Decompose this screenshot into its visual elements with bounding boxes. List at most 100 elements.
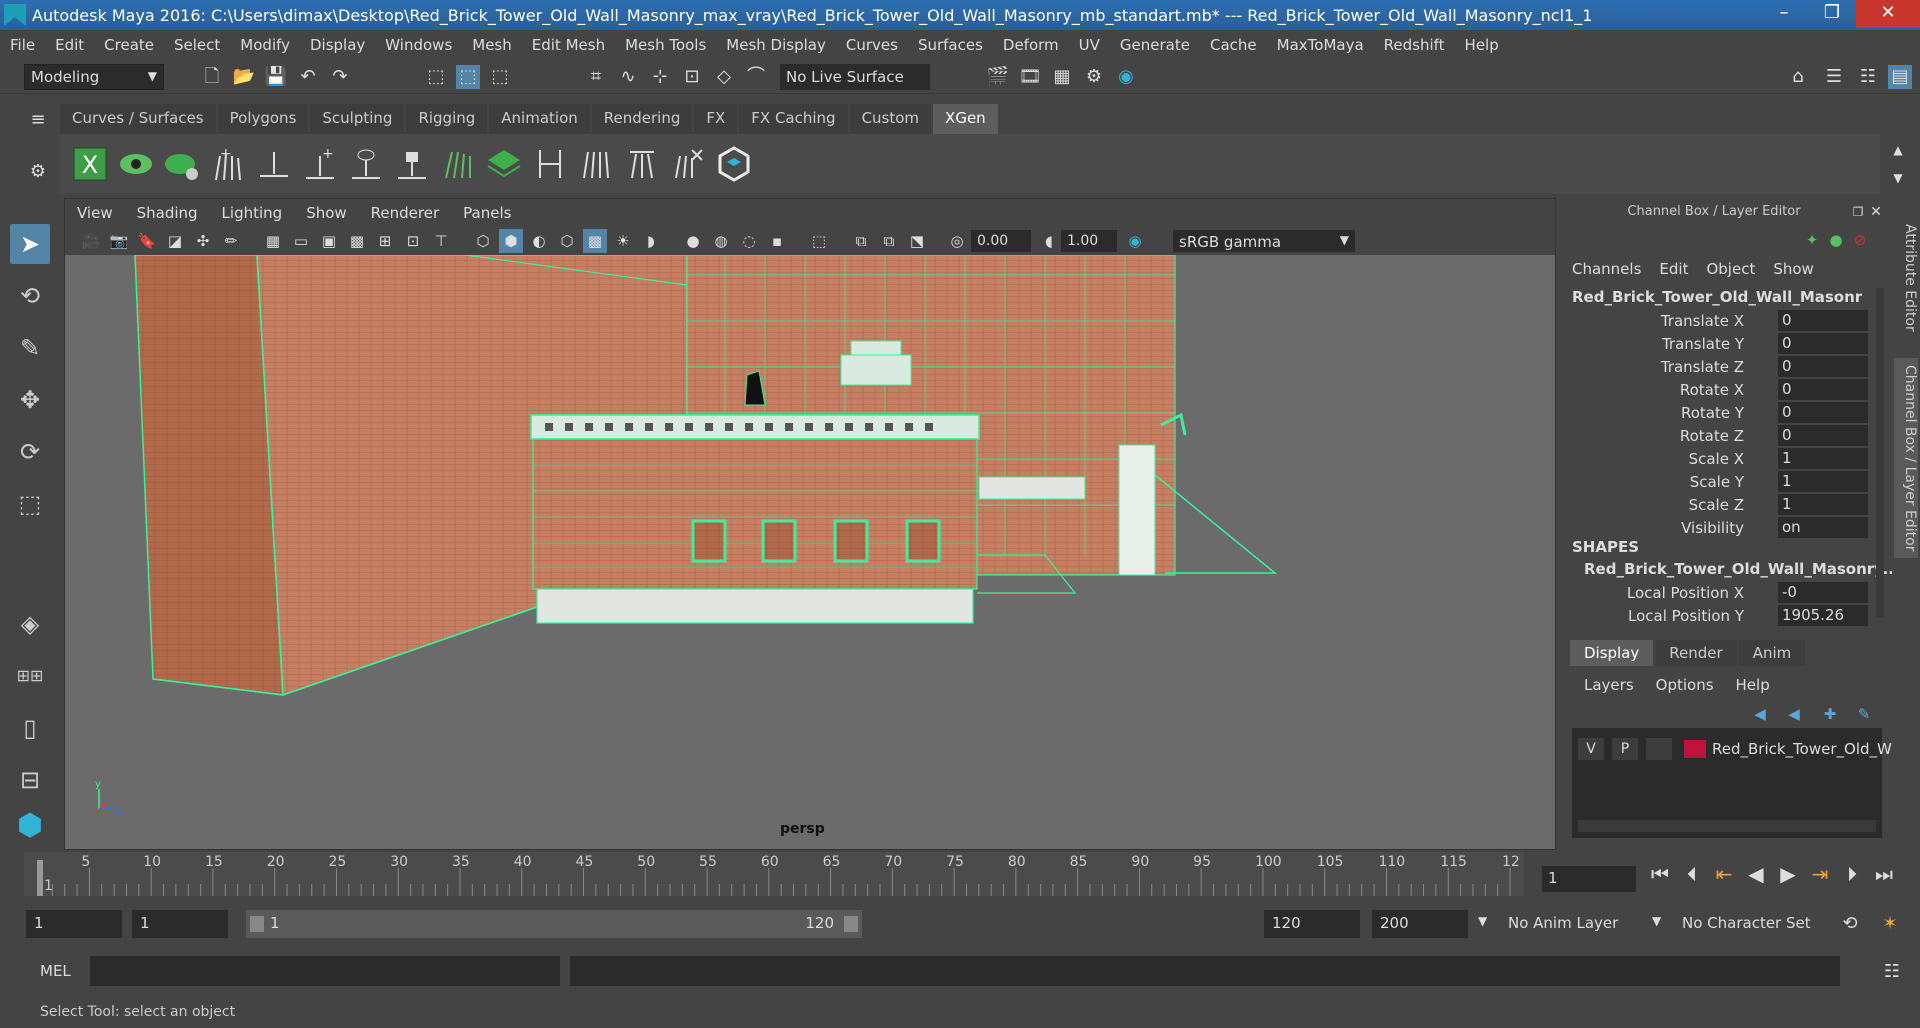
menu-uv[interactable]: UV <box>1069 36 1110 54</box>
animation-end-field[interactable]: 200 <box>1372 910 1468 938</box>
pan-zoom-icon[interactable]: ✣ <box>191 229 215 253</box>
safe-action-icon[interactable]: ⊡ <box>401 229 425 253</box>
go-to-start-icon[interactable]: ⏮ <box>1644 862 1676 886</box>
layer-name[interactable]: Red_Brick_Tower_Old_W <box>1712 740 1892 758</box>
channel-box-icon[interactable]: ▤ <box>1888 65 1912 89</box>
menu-curves[interactable]: Curves <box>836 36 908 54</box>
close-button[interactable]: ✕ <box>1856 0 1920 28</box>
scale-tool-icon[interactable]: ⬚ <box>10 484 50 524</box>
move-layer-up-icon[interactable]: ◀ <box>1748 702 1772 726</box>
shelf-tab-rigging[interactable]: Rigging <box>406 104 488 134</box>
exposure-icon[interactable]: ◎ <box>945 229 969 253</box>
time-ruler[interactable]: 15 10 15 20 25 30 35 40 45 50 55 60 65 70 75 80 85 90 95 10… <box>24 852 1524 896</box>
current-time-indicator[interactable] <box>37 860 43 896</box>
selected-object-name[interactable]: Red_Brick_Tower_Old_Wall_Masonry_... <box>1572 288 1862 306</box>
groom-comb-icon[interactable] <box>440 146 476 182</box>
attr-scale-x[interactable]: Scale X1 <box>1564 448 1870 470</box>
groom-length-icon[interactable] <box>578 146 614 182</box>
viewport-menu-lighting[interactable]: Lighting <box>210 204 295 222</box>
save-scene-icon[interactable]: 💾 <box>264 65 288 89</box>
wireframe-icon[interactable]: ⬡ <box>471 229 495 253</box>
layer-horizontal-scrollbar[interactable] <box>1578 820 1876 832</box>
xray-components-icon[interactable]: ⬔ <box>905 229 929 253</box>
groom-add-icon[interactable]: + <box>302 146 338 182</box>
shelf-tab-sculpting[interactable]: Sculpting <box>310 104 405 134</box>
outliner-layout-icon[interactable]: ▯ <box>10 708 50 748</box>
attr-scale-y[interactable]: Scale Y1 <box>1564 471 1870 493</box>
shelf-scroll-down-icon[interactable]: ▼ <box>1886 166 1910 190</box>
new-scene-icon[interactable]: 🗋 <box>200 65 224 89</box>
attr-rotate-x[interactable]: Rotate X0 <box>1564 379 1870 401</box>
menu-display[interactable]: Display <box>300 36 375 54</box>
range-slider[interactable]: 1 120 <box>246 910 862 938</box>
menu-help[interactable]: Help <box>1455 36 1509 54</box>
select-component-icon[interactable]: ⬚ <box>488 65 512 89</box>
menu-create[interactable]: Create <box>94 36 164 54</box>
key-icon[interactable]: ● <box>1824 228 1848 252</box>
modeling-toolkit-icon[interactable]: ⌂ <box>1786 65 1810 89</box>
attribute-editor-tab[interactable]: Attribute Editor <box>1894 208 1918 348</box>
groom-lock-icon[interactable] <box>394 146 430 182</box>
command-input[interactable] <box>90 956 560 986</box>
tool-settings-icon[interactable]: ☷ <box>1856 65 1880 89</box>
axis-icon[interactable]: ✦ <box>1800 228 1824 252</box>
range-end-handle[interactable] <box>844 916 858 932</box>
channel-menu-edit[interactable]: Edit <box>1659 260 1688 278</box>
xgen-clear-preview-icon[interactable] <box>164 146 200 182</box>
render-settings-icon[interactable]: ⚙ <box>1082 65 1106 89</box>
shelf-tab-animation[interactable]: Animation <box>489 104 590 134</box>
menu-mesh-display[interactable]: Mesh Display <box>716 36 836 54</box>
groom-layers-icon[interactable] <box>486 146 522 182</box>
image-plane-icon[interactable]: ◪ <box>163 229 187 253</box>
xgen-editor-icon[interactable]: X <box>72 146 108 182</box>
new-layer-selected-icon[interactable]: ✎ <box>1852 702 1876 726</box>
ambient-occlusion-icon[interactable]: ● <box>681 229 705 253</box>
maya-home-icon[interactable]: ⬢ <box>10 806 50 846</box>
use-all-lights-icon[interactable]: ☀ <box>611 229 635 253</box>
minimize-button[interactable]: – <box>1760 0 1808 28</box>
script-editor-icon[interactable]: ☷ <box>1880 960 1904 984</box>
menu-set-dropdown[interactable]: Modeling ▼ <box>24 64 164 90</box>
shelf-tab-curves-surfaces[interactable]: Curves / Surfaces <box>60 104 216 134</box>
menu-select[interactable]: Select <box>164 36 230 54</box>
play-forward-icon[interactable]: ▶ <box>1772 862 1804 886</box>
step-back-key-icon[interactable]: ⇤ <box>1708 862 1740 886</box>
attr-scale-z[interactable]: Scale Z1 <box>1564 494 1870 516</box>
open-scene-icon[interactable]: 📂 <box>232 65 256 89</box>
maximize-button[interactable]: ❐ <box>1808 0 1856 28</box>
menu-cache[interactable]: Cache <box>1200 36 1267 54</box>
time-slider[interactable]: 1 5 10 15 20 25 30 35 40 45 50 55 60 65 70 75 80 85 90 95 10… <box>24 852 1524 896</box>
playback-end-field[interactable]: 120 <box>1264 910 1360 938</box>
attr-rotate-y[interactable]: Rotate Y0 <box>1564 402 1870 424</box>
xray-icon[interactable]: ⧉ <box>849 229 873 253</box>
new-layer-icon[interactable]: ✚ <box>1818 702 1842 726</box>
menu-file[interactable]: File <box>0 36 45 54</box>
shelf-tab-fx[interactable]: FX <box>694 104 738 134</box>
menu-redshift[interactable]: Redshift <box>1374 36 1455 54</box>
redo-icon[interactable]: ↷ <box>328 65 352 89</box>
xgen-library-icon[interactable] <box>716 146 752 182</box>
layer-visibility-toggle[interactable]: V <box>1578 738 1604 760</box>
snap-live-icon[interactable]: ⌒ <box>744 65 768 89</box>
tab-anim[interactable]: Anim <box>1738 640 1806 666</box>
channel-menu-show[interactable]: Show <box>1773 260 1813 278</box>
view-transform-dropdown[interactable]: sRGB gamma ▼ <box>1173 230 1355 252</box>
shelf-settings-icon[interactable]: ⚙ <box>26 160 50 184</box>
shape-node-name[interactable]: Red_Brick_Tower_Old_Wall_Masonry... <box>1584 560 1900 578</box>
viewport-panel[interactable]: View Shading Lighting Show Renderer Pane… <box>64 198 1556 850</box>
four-pane-layout-icon[interactable]: ⊞⊞ <box>10 656 50 696</box>
isolate-select-icon[interactable]: ⬚ <box>807 229 831 253</box>
viewport-menu-shading[interactable]: Shading <box>125 204 210 222</box>
snap-grid-icon[interactable]: ⌗ <box>584 65 608 89</box>
layer-row[interactable]: V P Red_Brick_Tower_Old_W <box>1572 738 1892 762</box>
film-gate-icon[interactable]: ▭ <box>289 229 313 253</box>
anim-layer-dropdown[interactable]: ▼ No Anim Layer <box>1478 910 1660 938</box>
grid-toggle-icon[interactable]: ▦ <box>261 229 285 253</box>
depth-of-field-icon[interactable]: ▪ <box>765 229 789 253</box>
auto-key-icon[interactable]: ⟲ <box>1838 912 1862 936</box>
groom-cut-icon[interactable] <box>532 146 568 182</box>
layer-menu-help[interactable]: Help <box>1736 676 1770 694</box>
move-layer-down-icon[interactable]: ◀ <box>1782 702 1806 726</box>
shelf-tab-custom[interactable]: Custom <box>849 104 932 134</box>
channel-box-tab[interactable]: Channel Box / Layer Editor <box>1894 358 1918 558</box>
